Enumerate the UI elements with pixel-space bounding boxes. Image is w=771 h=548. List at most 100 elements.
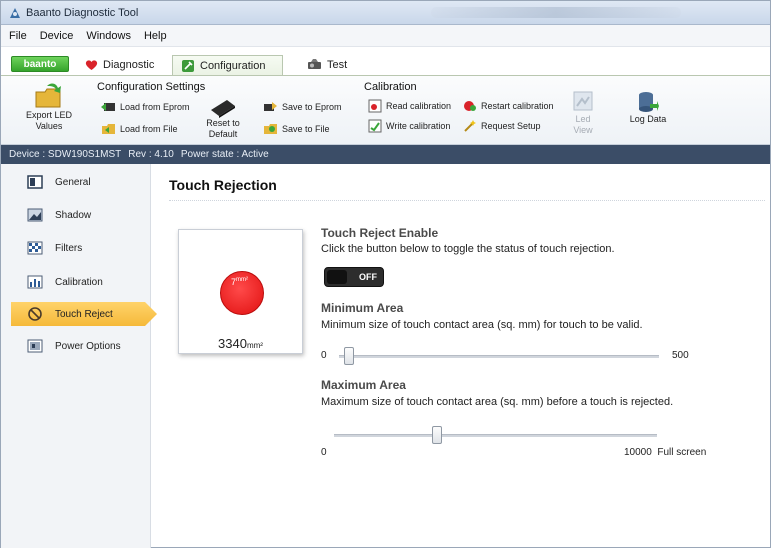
preview-area-value: 3340 [218, 336, 247, 351]
toggle-label: OFF [359, 272, 377, 282]
tab-diagnostic[interactable]: Diagnostic [77, 55, 162, 75]
app-icon [10, 7, 20, 18]
enable-description: Click the button below to toggle the sta… [321, 243, 615, 255]
save-to-file-button[interactable]: Save to File [263, 123, 330, 135]
minimum-area-slider-thumb[interactable] [343, 347, 354, 365]
restart-calibration-label: Restart calibration [481, 101, 554, 111]
sidebar-item-calibration-label: Calibration [55, 276, 103, 288]
maximum-area-high-value: 10000 [624, 447, 652, 458]
test-icon [308, 59, 321, 69]
minimum-area-high: 500 [672, 350, 689, 361]
config-settings-title: Configuration Settings [97, 81, 206, 93]
reset-to-default-label: Reset to Default [206, 118, 240, 139]
log-data-label: Log Data [629, 114, 667, 124]
load-from-file-button[interactable]: Load from File [101, 123, 178, 135]
ribbon: Export LED Values Configuration Settings… [1, 75, 770, 145]
app-window: Baanto Diagnostic Tool File Device Windo… [0, 0, 771, 548]
led-view-button[interactable]: Led View [565, 90, 601, 136]
touch-reject-toggle[interactable]: OFF [324, 267, 384, 287]
sidebar-item-shadow[interactable]: Shadow [11, 203, 151, 227]
touch-blob-unit: mm² [236, 277, 249, 283]
filters-icon [27, 241, 43, 255]
menu-help[interactable]: Help [142, 28, 169, 44]
folder-arrow-icon [35, 83, 61, 108]
device-power-state: Power state : Active [180, 149, 269, 160]
sidebar-item-general-label: General [55, 176, 91, 188]
log-data-button[interactable]: Log Data [628, 90, 668, 125]
sidebar-item-touch-reject[interactable]: Touch Reject [11, 302, 157, 326]
maximum-area-title: Maximum Area [321, 378, 406, 392]
touch-area-preview: 7mm² 3340mm² [178, 229, 303, 354]
maximum-area-description: Maximum size of touch contact area (sq. … [321, 396, 674, 408]
sidebar-item-power-options[interactable]: Power Options [11, 334, 151, 358]
log-data-icon [639, 92, 659, 112]
export-led-label-1: Export LED [25, 110, 73, 120]
preview-area-readout: 3340mm² [179, 336, 302, 351]
toggle-knob [327, 270, 347, 284]
minimum-area-slider-track[interactable] [339, 355, 659, 358]
brand-logo: baanto [11, 56, 69, 72]
menu-windows[interactable]: Windows [84, 28, 133, 44]
read-calibration-button[interactable]: Read calibration [368, 99, 451, 113]
save-to-eprom-button[interactable]: Save to Eprom [263, 101, 342, 113]
sidebar-item-filters-label: Filters [55, 242, 83, 254]
restart-calibration-button[interactable]: Restart calibration [463, 99, 554, 113]
shadow-icon [27, 208, 43, 222]
minimum-area-description: Minimum size of touch contact area (sq. … [321, 319, 643, 331]
page-title: Touch Rejection [169, 177, 277, 193]
reset-to-default-button[interactable]: Reset to Default [191, 98, 255, 140]
export-led-button[interactable]: Export LED Values [23, 82, 75, 132]
sidebar-item-calibration[interactable]: Calibration [11, 270, 151, 294]
restart-calibration-icon [464, 101, 476, 111]
enable-title: Touch Reject Enable [321, 226, 439, 240]
export-led-label-2: Values [35, 121, 63, 131]
no-symbol-icon [28, 307, 42, 321]
maximum-area-slider-thumb[interactable] [432, 426, 443, 444]
folder-save-icon [264, 124, 277, 134]
minimum-area-low: 0 [321, 350, 327, 361]
heart-icon [85, 60, 98, 70]
maximum-area-high: 10000 Full screen [624, 447, 706, 458]
device-icon [211, 100, 235, 118]
menu-device[interactable]: Device [38, 28, 76, 44]
tab-test-label: Test [327, 59, 348, 71]
menu-file[interactable]: File [7, 28, 29, 44]
read-calibration-label: Read calibration [386, 101, 452, 111]
folder-load-icon [102, 124, 115, 134]
sidebar-item-power-options-label: Power Options [55, 340, 121, 352]
tab-configuration-label: Configuration [200, 60, 266, 72]
wand-icon [464, 120, 476, 132]
led-view-label: Led View [573, 114, 593, 135]
general-icon [27, 175, 43, 189]
calibration-group-title: Calibration [364, 81, 417, 93]
tab-diagnostic-label: Diagnostic [103, 59, 155, 71]
save-to-eprom-label: Save to Eprom [282, 102, 342, 112]
window-title: Baanto Diagnostic Tool [26, 6, 139, 19]
load-from-file-label: Load from File [120, 124, 178, 134]
preview-area-unit: mm² [246, 341, 263, 350]
title-bar: Baanto Diagnostic Tool [1, 1, 770, 25]
tab-test[interactable]: Test [299, 55, 355, 75]
sidebar-item-shadow-label: Shadow [55, 209, 92, 221]
sidebar-item-touch-reject-label: Touch Reject [55, 308, 113, 320]
tab-configuration[interactable]: Configuration [172, 55, 283, 76]
load-from-eprom-button[interactable]: Load from Eprom [101, 101, 190, 113]
request-setup-button[interactable]: Request Setup [463, 119, 541, 133]
sidebar: General Shadow Filters Calibration Touch… [1, 164, 157, 548]
maximum-area-slider-track[interactable] [334, 434, 657, 437]
sidebar-item-general[interactable]: General [11, 170, 151, 194]
chip-load-icon [101, 103, 115, 111]
wrench-icon [182, 60, 194, 72]
chip-save-icon [264, 102, 277, 111]
device-id: Device : SDW190S1MST [9, 149, 122, 160]
minimum-area-title: Minimum Area [321, 301, 404, 315]
load-from-eprom-label: Load from Eprom [120, 102, 190, 112]
power-options-icon [27, 339, 43, 353]
maximum-area-low: 0 [321, 447, 327, 458]
maximum-area-high-suffix: Full screen [657, 447, 707, 458]
write-calibration-button[interactable]: Write calibration [368, 119, 450, 133]
sidebar-item-filters[interactable]: Filters [11, 236, 151, 260]
device-rev: Rev : 4.10 [128, 149, 174, 160]
calibration-icon [27, 275, 43, 289]
request-setup-label: Request Setup [481, 121, 541, 131]
